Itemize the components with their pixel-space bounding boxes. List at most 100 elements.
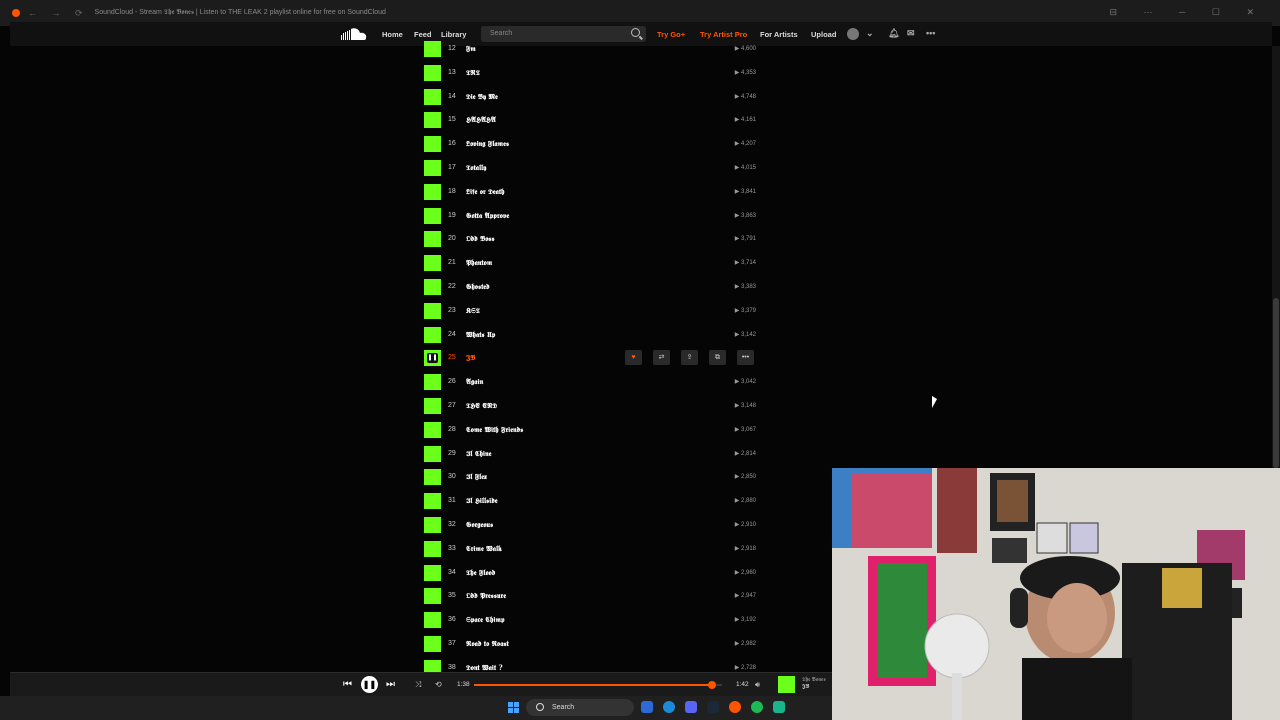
track-title[interactable]: 𝕵𝕭 [466,353,475,363]
track-artwork[interactable] [424,374,441,391]
now-playing-artist[interactable]: 𝕿𝖍𝖊 𝕭𝖔𝖓𝖊𝖘 [802,677,826,684]
track-artwork[interactable] [424,445,441,462]
track-title[interactable]: 𝕲𝖔𝖙𝖙𝖆 𝕬𝖕𝖕𝖗𝖔𝖛𝖊 [466,211,509,221]
pause-icon[interactable]: ❚❚ [427,353,438,364]
track-title[interactable]: 𝕾𝖕𝖆𝖈𝖊 𝕮𝖍𝖎𝖒𝖕 [466,615,505,625]
window-controls[interactable]: ⊟ ⋯ ─ ☐ ✕ [1109,7,1266,18]
scrollbar-thumb[interactable] [1273,298,1279,468]
track-artwork[interactable] [424,136,441,153]
taskbar-search[interactable]: Search [526,699,634,716]
track-title[interactable]: 𝕯𝖔𝖓𝖙 𝖂𝖆𝖎𝖙 ? [466,663,503,672]
track-title[interactable]: 𝕿𝖔𝖙𝖆𝖑𝖑𝖞 [466,163,486,173]
browser-nav-buttons[interactable]: ← → ⟳ [28,8,89,19]
track-row[interactable]: 23 𝕶𝕾𝕿 ▶ 3,379 [424,300,760,322]
track-row[interactable]: 14 𝕯𝖎𝖊 𝕭𝖞 𝕸𝖊 ▶ 4,748 [424,86,760,108]
track-row[interactable]: 29 𝕴𝖑 𝕮𝖍𝖎𝖓𝖊 ▶ 2,814 [424,443,760,465]
track-row[interactable]: 13 𝕿𝕽𝕿 ▶ 4,353 [424,62,760,84]
track-row[interactable]: 32 𝕲𝖔𝖗𝖌𝖊𝖔𝖚𝖘 ▶ 2,910 [424,514,760,536]
track-artwork[interactable] [424,517,441,533]
track-row[interactable]: 18 𝕷𝖎𝖋𝖊 𝖔𝖗 𝕯𝖊𝖆𝖙𝖍 ▶ 3,841 [424,181,760,203]
track-artwork[interactable] [424,564,441,581]
track-artwork[interactable] [424,279,441,295]
track-artwork[interactable] [424,64,441,81]
track-artwork[interactable] [424,207,441,224]
track-title[interactable]: 𝕺𝖉𝖉 𝕭𝖔𝖘𝖘 [466,234,495,244]
track-title[interactable]: 𝕱𝖒 [466,44,476,54]
track-title[interactable]: 𝕴𝖑 𝕮𝖍𝖎𝖓𝖊 [466,449,491,459]
track-row[interactable]: 30 𝕴𝖑 𝕱𝖑𝖊𝖝 ▶ 2,850 [424,466,760,488]
track-artwork[interactable] [424,612,441,629]
track-title[interactable]: 𝕿𝖍𝖊 𝕱𝖑𝖔𝖔𝖉 [466,568,495,578]
track-title[interactable]: 𝕴𝖑 𝕳𝖎𝖑𝖑𝖘𝖎𝖉𝖊 [466,496,498,506]
track-row[interactable]: ❚❚ 25 𝕵𝕭 ♥ ⇄ ⇪ ⧉ ••• [424,347,760,369]
search-icon[interactable] [631,28,640,37]
like-icon[interactable]: ♥ [625,350,642,366]
track-row[interactable]: 22 𝕲𝖍𝖔𝖘𝖙𝖊𝖉 ▶ 3,383 [424,276,760,298]
track-artwork[interactable] [424,636,441,652]
track-artwork[interactable] [424,398,441,414]
soundcloud-app-icon[interactable] [729,701,741,713]
track-row[interactable]: 19 𝕲𝖔𝖙𝖙𝖆 𝕬𝖕𝖕𝖗𝖔𝖛𝖊 ▶ 3,863 [424,205,760,227]
track-title[interactable]: 𝕲𝖍𝖔𝖘𝖙𝖊𝖉 [466,282,490,292]
track-row[interactable]: 26 𝕬𝖌𝖆𝖎𝖓 ▶ 3,042 [424,371,760,393]
previous-track-icon[interactable]: ⏮ [343,679,352,690]
track-row[interactable]: 36 𝕾𝖕𝖆𝖈𝖊 𝕮𝖍𝖎𝖒𝖕 ▶ 3,192 [424,609,760,631]
track-row[interactable]: 35 𝕺𝖉𝖉 𝕻𝖗𝖊𝖘𝖘𝖚𝖗𝖊 ▶ 2,947 [424,585,760,607]
track-title[interactable]: 𝕮𝖔𝖒𝖊 𝖂𝖎𝖙𝖍 𝕱𝖗𝖎𝖊𝖓𝖉𝖘 [466,425,523,435]
track-title[interactable]: 𝕯𝖎𝖊 𝕭𝖞 𝕸𝖊 [466,92,498,102]
volume-icon[interactable]: 🔊︎ [755,680,760,690]
track-row[interactable]: 34 𝕿𝖍𝖊 𝕱𝖑𝖔𝖔𝖉 ▶ 2,960 [424,562,760,584]
track-title[interactable]: 𝕶𝕾𝕿 [466,306,480,316]
progress-handle[interactable] [708,681,717,689]
track-row[interactable]: 33 𝕮𝖗𝖎𝖒𝖊 𝖂𝖆𝖑𝖐 ▶ 2,918 [424,538,760,560]
track-title[interactable]: 𝖂𝖍𝖆𝖙𝖘 𝖀𝖕 [466,330,495,340]
track-artwork[interactable] [424,183,441,200]
track-row[interactable]: 15 𝕳𝕬𝕳𝕬𝕳𝕬 ▶ 4,161 [424,109,760,131]
track-title[interactable]: 𝕻𝖍𝖆𝖓𝖙𝖔𝖒 [466,258,492,268]
track-artwork[interactable] [424,255,441,272]
track-artwork[interactable] [424,540,441,557]
track-artwork[interactable] [424,231,441,248]
track-title[interactable]: 𝕮𝖗𝖎𝖒𝖊 𝖂𝖆𝖑𝖐 [466,544,502,554]
track-title[interactable]: 𝕷𝖔𝖛𝖎𝖓𝖌 𝕱𝖑𝖆𝖒𝖊𝖘 [466,139,509,149]
edge-app-icon[interactable] [663,701,675,713]
tab-title[interactable]: SoundCloud - Stream 𝕿𝖍𝖊 𝕭𝖔𝖓𝖊𝖘 | Listen t… [95,9,386,17]
track-artwork[interactable] [424,326,441,343]
track-artwork[interactable] [424,41,441,57]
track-title[interactable]: 𝕴𝖑 𝕱𝖑𝖊𝖝 [466,472,487,482]
now-playing-artwork[interactable] [778,676,795,693]
progress-slider[interactable] [474,681,722,689]
track-artwork[interactable] [424,112,441,129]
track-artwork[interactable] [424,469,441,486]
now-playing-title[interactable]: 𝕵𝕭 [802,684,826,691]
track-row[interactable]: 28 𝕮𝖔𝖒𝖊 𝖂𝖎𝖙𝖍 𝕱𝖗𝖎𝖊𝖓𝖉𝖘 ▶ 3,067 [424,419,760,441]
track-row[interactable]: 24 𝖂𝖍𝖆𝖙𝖘 𝖀𝖕 ▶ 3,142 [424,324,760,346]
shuffle-icon[interactable]: ⤨ [415,680,421,690]
track-title[interactable]: 𝕳𝕬𝕳𝕬𝕳𝕬 [466,115,496,125]
track-row[interactable]: 38 𝕯𝖔𝖓𝖙 𝖂𝖆𝖎𝖙 ? ▶ 2,728 [424,657,760,672]
more-icon[interactable]: ••• [737,350,754,366]
obs-app-icon[interactable] [773,701,785,713]
track-row[interactable]: 37 𝕽𝖔𝖆𝖉 𝖙𝖔 𝕽𝖔𝖆𝖘𝖙 ▶ 2,982 [424,633,760,655]
spotify-app-icon[interactable] [751,701,763,713]
discord-app-icon[interactable] [685,701,697,713]
steam-app-icon[interactable] [707,701,719,713]
repeat-icon[interactable]: ⟲ [435,680,442,689]
browser-app-icon[interactable] [641,701,653,713]
track-artwork[interactable] [424,160,441,176]
track-artwork[interactable] [424,302,441,319]
track-artwork[interactable] [424,588,441,605]
track-row[interactable]: 17 𝕿𝖔𝖙𝖆𝖑𝖑𝖞 ▶ 4,015 [424,157,760,179]
track-title[interactable]: 𝕬𝖌𝖆𝖎𝖓 [466,377,483,387]
track-row[interactable]: 20 𝕺𝖉𝖉 𝕭𝖔𝖘𝖘 ▶ 3,791 [424,228,760,250]
now-playing-info[interactable]: 𝕿𝖍𝖊 𝕭𝖔𝖓𝖊𝖘 𝕵𝕭 [802,677,826,691]
track-title[interactable]: 𝕽𝖔𝖆𝖉 𝖙𝖔 𝕽𝖔𝖆𝖘𝖙 [466,639,509,649]
track-artwork[interactable] [424,493,441,510]
pause-button[interactable]: ❚❚ [361,676,378,693]
track-artwork[interactable] [424,659,441,672]
track-row[interactable]: 21 𝕻𝖍𝖆𝖓𝖙𝖔𝖒 ▶ 3,714 [424,252,760,274]
track-artwork[interactable] [424,421,441,438]
share-icon[interactable]: ⇪ [681,350,698,366]
track-title[interactable]: 𝕺𝖉𝖉 𝕻𝖗𝖊𝖘𝖘𝖚𝖗𝖊 [466,591,506,601]
track-row[interactable]: 31 𝕴𝖑 𝕳𝖎𝖑𝖑𝖘𝖎𝖉𝖊 ▶ 2,880 [424,490,760,512]
